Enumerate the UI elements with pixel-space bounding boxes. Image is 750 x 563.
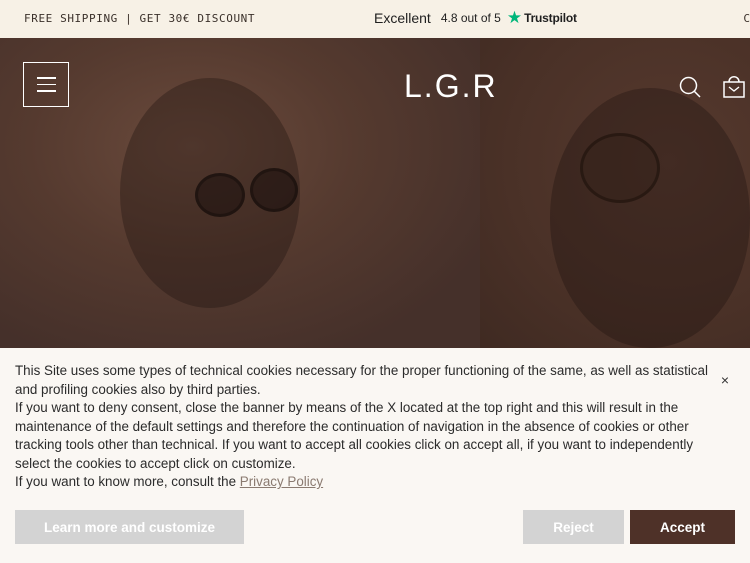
rating-label: Excellent <box>374 10 431 26</box>
cookie-paragraph-prefix: If you want to know more, consult the <box>15 474 240 489</box>
cookie-paragraph: If you want to deny consent, close the b… <box>15 400 694 471</box>
shopping-bag-icon[interactable] <box>721 72 747 99</box>
hero-image-right <box>480 38 750 348</box>
promo-text[interactable]: FREE SHIPPING | GET 30€ DISCOUNT <box>24 12 255 25</box>
close-icon[interactable]: × <box>717 372 733 388</box>
accept-button[interactable]: Accept <box>630 510 735 544</box>
search-icon[interactable] <box>679 76 701 98</box>
hamburger-icon <box>36 77 56 79</box>
reject-button[interactable]: Reject <box>523 510 624 544</box>
brand-logo[interactable]: L.G.R <box>404 68 498 105</box>
announcement-bar: FREE SHIPPING | GET 30€ DISCOUNT Excelle… <box>0 0 750 38</box>
trustpilot-rating[interactable]: Excellent 4.8 out of 5 ★ Trustpilot <box>374 8 577 27</box>
cookie-paragraph: This Site uses some types of technical c… <box>15 363 708 397</box>
rating-score: 4.8 out of 5 <box>440 11 501 25</box>
hero-banner <box>0 38 750 348</box>
cookie-paragraph: If you want to know more, consult the Pr… <box>15 473 715 492</box>
privacy-policy-link[interactable]: Privacy Policy <box>240 474 323 489</box>
trustpilot-brand: Trustpilot <box>524 11 577 25</box>
trustpilot-star-icon: ★ <box>506 8 523 27</box>
promo-overflow-text: C <box>743 12 750 25</box>
menu-button[interactable] <box>23 62 69 107</box>
cookie-text: This Site uses some types of technical c… <box>15 362 715 492</box>
learn-more-button[interactable]: Learn more and customize <box>15 510 244 544</box>
cookie-banner: This Site uses some types of technical c… <box>0 348 750 563</box>
